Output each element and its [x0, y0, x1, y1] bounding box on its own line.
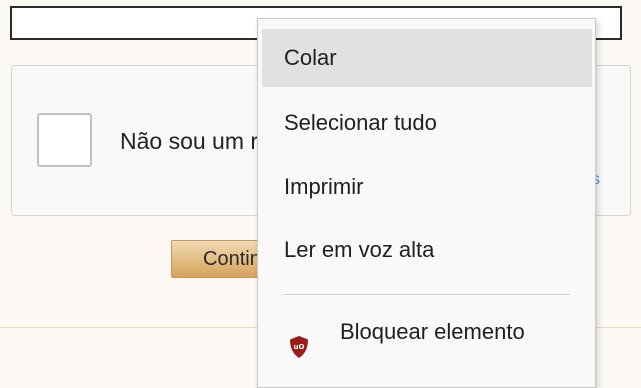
menu-separator [284, 294, 570, 295]
menu-item-label: Bloquear elemento [340, 319, 525, 344]
menu-item-label: Colar [284, 45, 337, 70]
menu-item-label: Ler em voz alta [284, 237, 435, 262]
menu-item-print[interactable]: Imprimir [262, 158, 592, 216]
menu-item-paste[interactable]: Colar [262, 29, 592, 87]
menu-item-select-all[interactable]: Selecionar tudo [262, 94, 592, 152]
menu-item-label: Selecionar tudo [284, 110, 437, 135]
menu-item-read-aloud[interactable]: Ler em voz alta [262, 221, 592, 279]
menu-item-label: Imprimir [284, 174, 364, 199]
recaptcha-checkbox[interactable] [37, 113, 92, 167]
svg-text:uO: uO [294, 343, 305, 351]
menu-item-block-element[interactable]: uO Bloquear elemento [262, 303, 592, 361]
ublock-shield-icon: uO [288, 323, 310, 358]
context-menu: Colar Selecionar tudo Imprimir Ler em vo… [257, 18, 596, 388]
